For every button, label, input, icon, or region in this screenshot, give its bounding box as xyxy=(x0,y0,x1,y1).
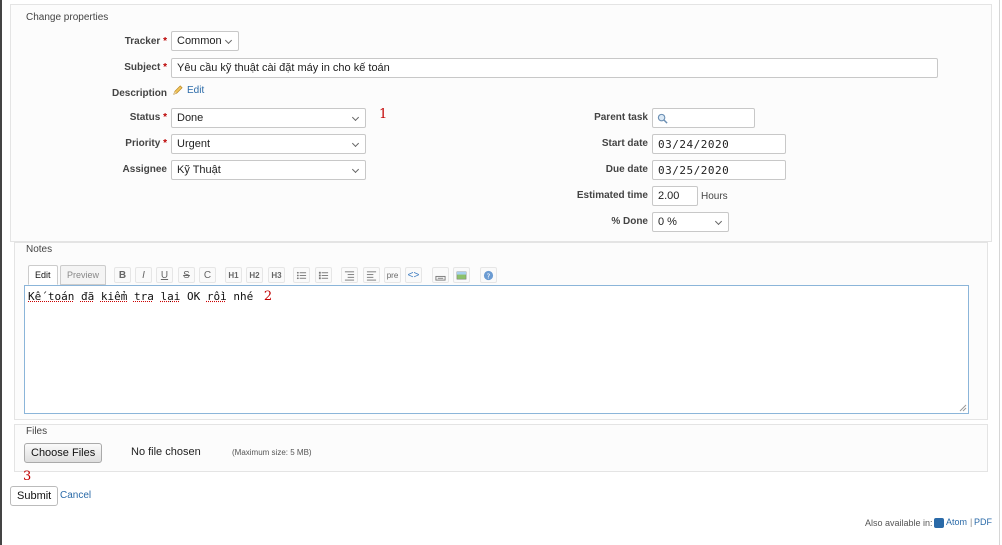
due-date-value: 03/25/2020 xyxy=(658,164,730,177)
assignee-label: Assignee xyxy=(122,164,167,175)
code-brackets-icon: <> xyxy=(407,270,420,281)
subject-label: Subject * xyxy=(124,62,167,73)
notes-word: tra xyxy=(133,290,154,303)
atom-link[interactable]: Atom xyxy=(946,517,967,527)
assignee-select[interactable]: Kỹ Thuật xyxy=(171,160,366,180)
image-button[interactable] xyxy=(453,267,470,283)
bulleted-list-button[interactable] xyxy=(293,267,310,283)
due-date-input[interactable]: 03/25/2020 xyxy=(652,160,786,180)
resize-grip-icon[interactable] xyxy=(959,404,967,412)
help-icon: ? xyxy=(483,270,494,280)
rss-icon xyxy=(934,518,944,528)
strike-button[interactable]: S xyxy=(178,267,195,283)
done-ratio-value: 0 % xyxy=(658,216,677,228)
notes-word: nhé xyxy=(233,290,254,303)
unquote-button[interactable] xyxy=(363,267,380,283)
priority-label: Priority * xyxy=(125,138,167,149)
italic-button[interactable]: I xyxy=(135,267,152,283)
image-icon xyxy=(456,271,467,280)
start-date-input[interactable]: 03/24/2020 xyxy=(652,134,786,154)
heading3-button[interactable]: H3 xyxy=(268,267,285,283)
notes-word: Kế toán xyxy=(28,290,75,303)
tracker-label: Tracker * xyxy=(124,36,167,47)
parent-task-input[interactable] xyxy=(652,108,755,128)
priority-value: Urgent xyxy=(177,138,211,150)
link-button[interactable] xyxy=(432,267,449,283)
unquote-icon xyxy=(366,271,377,281)
notes-word: đã xyxy=(80,290,95,303)
notes-word: lại xyxy=(160,290,181,303)
tracker-value: Common xyxy=(177,35,222,47)
subject-value: Yêu cầu kỹ thuật cài đặt máy in cho kế t… xyxy=(177,62,390,74)
pdf-link[interactable]: PDF xyxy=(974,517,992,527)
heading1-button[interactable]: H1 xyxy=(225,267,242,283)
inline-code-button[interactable]: C xyxy=(199,267,216,283)
bulleted-list-icon xyxy=(296,271,307,280)
description-edit-link[interactable]: Edit xyxy=(187,85,204,96)
notes-textarea[interactable]: Kế toán đã kiểm tra lại OK rồi nhé 2 xyxy=(24,285,969,414)
done-ratio-select[interactable]: 0 % xyxy=(652,212,729,232)
annotation-1: 1 xyxy=(379,107,388,122)
tab-preview[interactable]: Preview xyxy=(60,265,107,285)
status-value: Done xyxy=(177,112,204,124)
start-date-label: Start date xyxy=(601,138,648,149)
notes-word: rồi xyxy=(206,290,227,303)
choose-files-button[interactable]: Choose Files xyxy=(24,443,103,463)
tracker-select[interactable]: Common xyxy=(171,31,239,51)
search-icon xyxy=(657,113,668,124)
submit-button[interactable]: Submit xyxy=(10,486,59,506)
link-icon xyxy=(435,275,446,281)
bold-button[interactable]: B xyxy=(114,267,131,283)
parent-task-label: Parent task xyxy=(594,112,648,123)
estimated-time-label: Estimated time xyxy=(576,190,648,201)
also-available-label: Also available in: xyxy=(865,518,933,528)
notes-word: OK xyxy=(186,290,201,303)
notes-legend: Notes xyxy=(23,244,56,255)
estimated-time-unit: Hours xyxy=(701,191,728,202)
status-select[interactable]: Done xyxy=(171,108,366,128)
quote-icon xyxy=(344,271,355,281)
files-legend: Files xyxy=(23,426,51,437)
subject-input[interactable]: Yêu cầu kỹ thuật cài đặt máy in cho kế t… xyxy=(171,58,938,78)
pre-button[interactable]: pre xyxy=(384,267,401,283)
also-available-text: Also available in: xyxy=(865,518,933,528)
no-file-chosen-text: No file chosen xyxy=(131,446,201,458)
help-button[interactable]: ? xyxy=(480,267,497,283)
numbered-list-button[interactable] xyxy=(315,267,332,283)
pencil-icon xyxy=(173,85,183,95)
start-date-value: 03/24/2020 xyxy=(658,138,730,151)
estimated-time-input[interactable]: 2.00 xyxy=(652,186,698,206)
footer-separator: | xyxy=(970,517,973,527)
heading2-button[interactable]: H2 xyxy=(246,267,263,283)
notes-word: kiểm xyxy=(100,290,128,303)
annotation-3: 3 xyxy=(23,469,32,484)
cancel-link[interactable]: Cancel xyxy=(60,490,91,501)
underline-button[interactable]: U xyxy=(156,267,173,283)
annotation-2: 2 xyxy=(263,289,273,304)
status-label: Status * xyxy=(129,112,167,123)
done-ratio-label: % Done xyxy=(611,216,648,227)
estimated-time-value: 2.00 xyxy=(658,190,680,202)
svg-text:?: ? xyxy=(487,271,491,280)
due-date-label: Due date xyxy=(605,164,648,175)
assignee-value: Kỹ Thuật xyxy=(177,164,221,176)
change-properties-legend: Change properties xyxy=(23,12,112,23)
tab-edit[interactable]: Edit xyxy=(28,265,58,285)
numbered-list-icon xyxy=(318,271,329,280)
quote-button[interactable] xyxy=(341,267,358,283)
description-label: Description xyxy=(111,88,167,99)
max-size-text: (Maximum size: 5 MB) xyxy=(232,448,312,457)
code-highlight-button[interactable]: <> xyxy=(405,267,422,283)
priority-select[interactable]: Urgent xyxy=(171,134,366,154)
